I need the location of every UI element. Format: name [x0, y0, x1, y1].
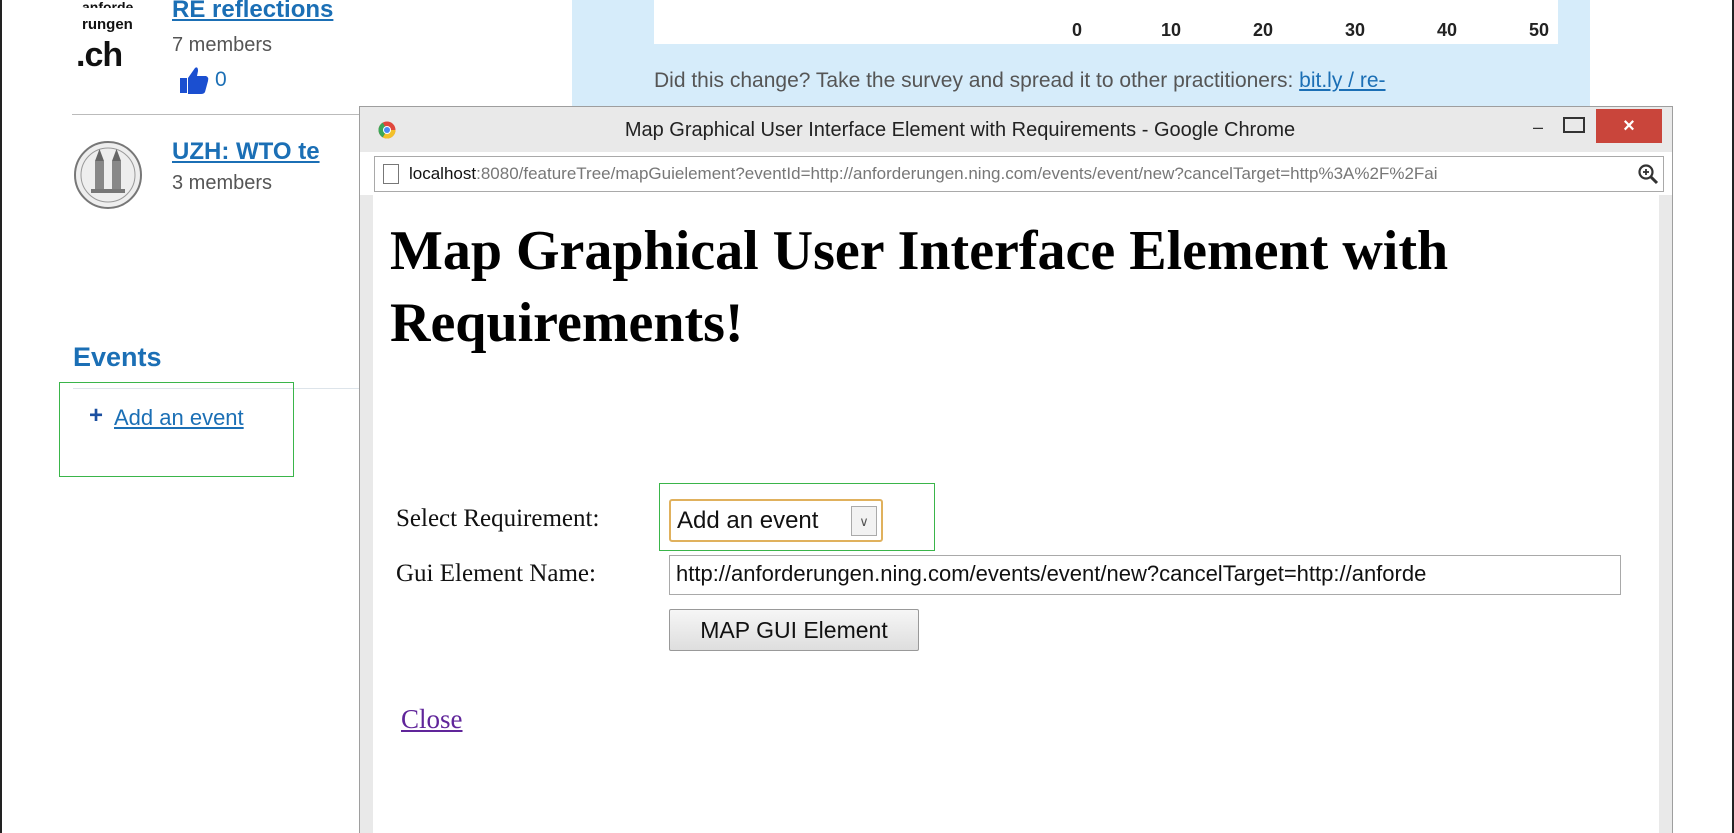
address-bar[interactable]: localhost:8080/featureTree/mapGuielement… [374, 156, 1664, 192]
thumbs-up-icon[interactable] [179, 65, 209, 95]
add-event-link[interactable]: Add an event [114, 405, 244, 431]
anforderungen-logo[interactable]: anforde rungen .ch [70, 0, 142, 74]
close-link[interactable]: Close [401, 704, 463, 735]
axis-tick: 40 [1437, 20, 1458, 40]
axis-tick: 20 [1253, 20, 1274, 40]
group-title-re-reflections[interactable]: RE reflections [172, 0, 333, 24]
zoom-icon[interactable] [1637, 163, 1659, 185]
survey-chart-axis: 0 10 20 30 40 50 [654, 0, 1558, 44]
url-text[interactable]: localhost:8080/featureTree/mapGuielement… [409, 164, 1438, 184]
dropdown-arrow-icon[interactable]: ∨ [851, 506, 877, 536]
select-requirement-label: Select Requirement: [396, 505, 600, 532]
map-gui-element-button[interactable]: MAP GUI Element [669, 609, 919, 651]
axis-tick: 30 [1345, 20, 1366, 40]
group-divider [72, 114, 372, 115]
select-value: Add an event [677, 507, 819, 534]
gui-element-name-input[interactable]: http://anforderungen.ning.com/events/eve… [669, 555, 1621, 595]
logo-line2: rungen [82, 16, 133, 33]
logo-line1: anforde [82, 0, 134, 8]
survey-text-body: Did this change? Take the survey and spr… [654, 69, 1300, 92]
popup-right-border [1659, 195, 1672, 833]
survey-text: Did this change? Take the survey and spr… [654, 69, 1386, 93]
chrome-icon [378, 121, 396, 139]
gui-element-name-label: Gui Element Name: [396, 560, 596, 587]
group-title-uzh-wto[interactable]: UZH: WTO te [172, 138, 320, 166]
axis-tick: 10 [1161, 20, 1182, 40]
url-path: :8080/featureTree/mapGuielement?eventId=… [476, 164, 1438, 183]
close-window-button[interactable]: × [1596, 109, 1662, 143]
requirement-select[interactable]: Add an event ∨ [669, 499, 883, 542]
survey-link[interactable]: bit.ly / re- [1299, 69, 1385, 92]
axis-tick: 50 [1529, 20, 1550, 40]
group-members-count: 7 members [172, 34, 273, 56]
maximize-button[interactable] [1563, 117, 1585, 133]
popup-left-border [360, 195, 373, 833]
window-title: Map Graphical User Interface Element wit… [624, 119, 1296, 141]
plus-icon[interactable]: + [89, 404, 103, 428]
group-members-count: 3 members [172, 172, 273, 194]
url-host: localhost [409, 164, 477, 183]
popup-window: Map Graphical User Interface Element wit… [359, 106, 1673, 833]
page-icon [383, 164, 399, 184]
logo-line3: .ch [76, 36, 123, 74]
like-count: 0 [215, 68, 227, 91]
events-heading: Events [73, 342, 162, 372]
axis-tick: 0 [1072, 20, 1083, 40]
popup-titlebar[interactable]: Map Graphical User Interface Element wit… [360, 107, 1672, 152]
page-title: Map Graphical User Interface Element wit… [390, 220, 1449, 354]
uzh-seal-icon[interactable] [73, 133, 143, 217]
minimize-button[interactable]: – [1525, 117, 1551, 137]
